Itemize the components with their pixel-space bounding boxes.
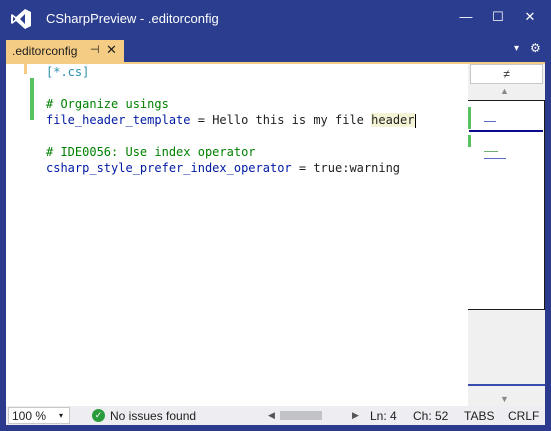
map-scrollbar[interactable]: ≠ ▲ ▼ [468,64,545,406]
pin-icon[interactable]: ⊣ [90,43,100,56]
code-line: csharp_style_prefer_index_operator = tru… [46,160,400,176]
status-bar: 100 % ▾ ✓ No issues found ◀ ▶ Ln: 4 Ch: … [6,406,545,425]
change-gutter [6,64,36,406]
scroll-down-icon[interactable]: ▼ [500,394,509,404]
scroll-right-icon[interactable]: ▶ [352,410,359,421]
window-title: CSharpPreview - .editorconfig [46,11,219,26]
setting-key: csharp_style_prefer_index_operator [46,161,292,175]
code-editor[interactable]: [*.cs] # Organize usings file_header_tem… [6,64,468,406]
zoom-value: 100 % [12,409,47,423]
horizontal-scrollbar[interactable] [278,411,348,420]
maximize-button[interactable]: ☐ [484,6,512,28]
setting-operator: = [291,161,314,175]
tab-close-icon[interactable]: ✕ [106,42,117,58]
line-endings[interactable]: CRLF [508,409,539,423]
visual-studio-logo-icon [11,9,31,29]
code-line: # IDE0056: Use index operator [46,145,256,159]
horizontal-scroll-thumb[interactable] [280,411,322,420]
map-viewport-thumb[interactable] [468,100,545,310]
setting-key: file_header_template [46,113,191,127]
tab-label: .editorconfig [12,44,78,58]
close-button[interactable]: ✕ [516,6,544,28]
map-code-preview [484,158,506,159]
settings-icon[interactable]: ⚙ [530,41,541,55]
setting-value: Hello this is my file [212,113,372,127]
issues-status[interactable]: No issues found [110,409,196,423]
map-change-marker [468,107,471,129]
scroll-up-icon[interactable]: ▲ [500,86,509,96]
tab-list-dropdown-icon[interactable]: ▾ [514,43,519,54]
code-line: [*.cs] [46,65,90,79]
zoom-select[interactable]: 100 % ▾ [8,407,70,424]
indentation-mode[interactable]: TABS [464,409,494,423]
code-line: file_header_template = Hello this is my … [46,112,416,128]
map-code-preview [484,151,498,152]
line-number[interactable]: Ln: 4 [370,409,397,423]
column-number[interactable]: Ch: 52 [413,409,448,423]
change-marker-saved [30,78,34,120]
minimize-button[interactable]: — [452,6,480,28]
tab-editorconfig[interactable]: .editorconfig ⊣ ✕ [6,40,124,62]
code-line: # Organize usings [46,97,169,111]
map-code-preview [484,121,496,122]
scroll-left-icon[interactable]: ◀ [268,410,275,421]
split-editor-button[interactable]: ≠ [470,64,543,84]
chevron-down-icon: ▾ [59,411,64,420]
change-marker-unsaved [24,64,27,74]
map-change-marker [468,135,471,147]
title-bar: CSharpPreview - .editorconfig — ☐ ✕ [0,0,551,38]
highlighted-word: header [371,113,415,127]
document-tab-strip: .editorconfig ⊣ ✕ ▾ ⚙ [0,38,551,62]
map-caret-line [469,130,543,132]
setting-operator: = [190,113,213,127]
map-bottom-border [468,384,545,386]
check-circle-icon[interactable]: ✓ [92,409,105,422]
setting-value: true:warning [313,161,401,175]
text-caret [414,113,416,128]
